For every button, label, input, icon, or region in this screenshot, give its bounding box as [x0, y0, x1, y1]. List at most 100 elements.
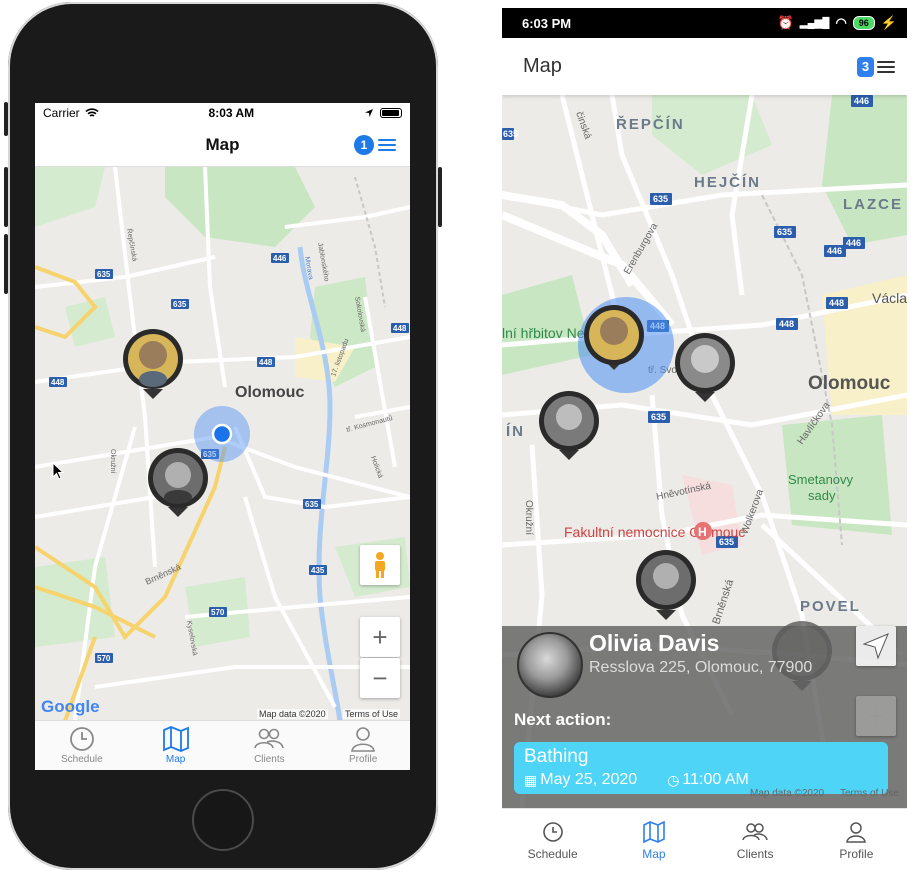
map-canvas: 635 635 446 448 448 448 635 635 435 570 … [35, 167, 410, 721]
hamburger-icon [378, 139, 396, 151]
tab-profile[interactable]: Profile [806, 809, 907, 872]
zoom-in-button[interactable]: + [360, 617, 400, 657]
power-button [438, 167, 442, 227]
page-title: Map [205, 134, 240, 154]
client-pin [148, 448, 208, 517]
tab-label: Profile [348, 754, 378, 765]
zoom-out-button[interactable]: − [360, 658, 400, 698]
tab-schedule[interactable]: Schedule [502, 809, 603, 872]
svg-text:lní hřbitov Ne: lní hřbitov Ne [502, 325, 585, 341]
svg-text:POVEL: POVEL [800, 598, 861, 615]
ios-navbar: Map 1 [35, 123, 410, 167]
android-app-bar: Map 3 [502, 38, 907, 95]
svg-text:Václa: Václa [872, 290, 907, 306]
tab-schedule[interactable]: Schedule [35, 721, 129, 770]
tab-label: Schedule [527, 846, 578, 861]
client-address: Resslova 225, Olomouc, 77900 [589, 659, 813, 676]
next-action-button[interactable]: Bathing ▦ May 25, 2020 ◷ 11:00 AM [514, 742, 888, 794]
tab-profile[interactable]: Profile [316, 721, 410, 770]
road-shield: 448 [393, 324, 407, 333]
map-attribution: Map data ©2020 [750, 788, 825, 799]
map-view[interactable]: 446 635 635 635 446 448 448 448 635 635 … [502, 95, 907, 808]
svg-text:sady: sady [808, 488, 836, 503]
page-title: Map [523, 55, 562, 77]
plus-icon: + [868, 700, 884, 731]
road-shield: 635 [305, 500, 319, 509]
svg-text:446: 446 [854, 96, 869, 106]
carrier-label: Carrier [43, 106, 80, 120]
tab-clients[interactable]: Clients [223, 721, 317, 770]
ios-time: 8:03 AM [208, 106, 255, 120]
svg-text:Fakultní nemocnice Olomouc: Fakultní nemocnice Olomouc [564, 524, 745, 540]
mute-switch [4, 102, 8, 136]
volume-up-button [4, 167, 8, 227]
my-location-button[interactable] [856, 626, 896, 666]
svg-text:448: 448 [829, 298, 844, 308]
location-arrow-icon [365, 109, 373, 117]
terms-link[interactable]: Terms of Use [343, 709, 401, 719]
tab-label: Schedule [61, 754, 103, 765]
zoom-in-button[interactable]: + [856, 696, 896, 736]
battery-indicator: 96 [852, 16, 875, 30]
tab-clients[interactable]: Clients [705, 809, 806, 872]
svg-text:činská: činská [573, 110, 593, 141]
terms-link[interactable]: Terms of Use [840, 788, 899, 799]
tab-label: Clients [254, 754, 285, 765]
city-label: Olomouc [235, 384, 304, 401]
android-tab-bar: Schedule Map Clients Profile [502, 808, 907, 872]
svg-text:Wolkerova: Wolkerova [739, 488, 766, 536]
client-info-card[interactable]: Olivia Davis Resslova 225, Olomouc, 7790… [502, 626, 907, 808]
time-text: 11:00 AM [682, 771, 749, 788]
road-shield: 446 [273, 254, 287, 263]
android-screen: 6:03 PM ⏰ ▂▄▆█ ◠ 96 ⚡ Map 3 446 635 635 … [502, 8, 907, 872]
menu-button[interactable]: 1 [354, 135, 396, 155]
notification-badge: 3 [857, 56, 874, 77]
tab-map[interactable]: Map [129, 721, 223, 770]
tab-map[interactable]: Map [603, 809, 704, 872]
map-icon [162, 726, 189, 752]
clock-icon [69, 727, 94, 751]
map-icon [643, 820, 665, 843]
tab-label: Clients [736, 846, 774, 861]
home-button[interactable] [192, 789, 254, 851]
navigation-arrow-icon [862, 633, 889, 660]
svg-text:ŘEPČÍN: ŘEPČÍN [616, 115, 685, 133]
svg-text:635: 635 [653, 194, 668, 204]
hamburger-icon [877, 60, 895, 73]
battery-icon [380, 108, 402, 118]
map-attribution: Map data ©2020 [257, 709, 328, 719]
android-time: 6:03 PM [522, 15, 572, 31]
road-shield: 570 [211, 608, 225, 617]
charging-icon: ⚡ [880, 15, 897, 30]
calendar-icon: ▦ [524, 771, 538, 788]
svg-text:Olomouc: Olomouc [808, 373, 891, 394]
ios-status-right [364, 108, 402, 118]
clock-icon [542, 821, 563, 842]
client-pin [675, 333, 735, 402]
next-action-label: Next action: [514, 710, 612, 729]
people-icon [742, 822, 768, 840]
street-view-button[interactable] [360, 545, 400, 585]
map-view[interactable]: 635 635 446 448 448 448 635 635 435 570 … [35, 167, 410, 721]
pegman-icon [375, 552, 385, 578]
svg-text:Erenburgova: Erenburgova [622, 221, 660, 276]
carrier-signal: Carrier [43, 106, 99, 120]
android-status-icons: ⏰ ▂▄▆█ ◠ 96 ⚡ [778, 15, 897, 31]
client-pin [636, 550, 696, 620]
road-shield: 570 [97, 654, 111, 663]
svg-text:446: 446 [827, 246, 842, 256]
client-pin [123, 329, 183, 399]
menu-button[interactable]: 3 [857, 56, 895, 77]
wifi-icon [85, 108, 99, 117]
svg-text:Holická: Holická [369, 455, 383, 479]
action-title: Bathing [524, 746, 589, 767]
svg-text:635: 635 [651, 412, 666, 422]
tab-label: Map [165, 754, 186, 765]
volume-down-button [4, 234, 8, 294]
ios-status-bar: Carrier 8:03 AM [35, 103, 410, 123]
svg-text:Okružní: Okružní [109, 449, 116, 474]
svg-text:H: H [698, 525, 707, 539]
signal-icon: ▂▄▆█ [799, 17, 830, 29]
plus-icon: + [372, 621, 388, 652]
tab-label: Profile [839, 846, 874, 861]
